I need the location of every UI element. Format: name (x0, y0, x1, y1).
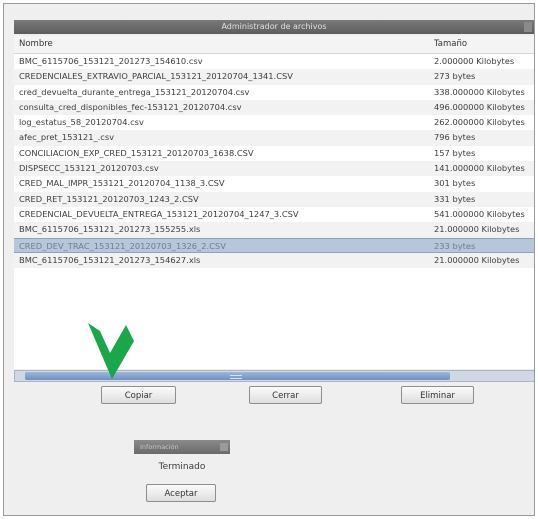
table-row[interactable]: afec_pret_153121_.csv 796 bytes (14, 130, 534, 146)
file-size-cell: 273 bytes (434, 71, 476, 82)
dialog-close-icon[interactable] (220, 443, 228, 451)
file-size-cell: 233 bytes (434, 240, 476, 251)
table-row[interactable]: CONCILIACION_EXP_CRED_153121_20120703_16… (14, 146, 534, 161)
table-header: Nombre Tamaño (14, 36, 534, 54)
file-name-cell: DISPSECC_153121_20120703.csv (19, 163, 159, 174)
file-name-cell: CONCILIACION_EXP_CRED_153121_20120703_16… (19, 147, 254, 158)
table-row[interactable]: CREDENCIALES_EXTRAVIO_PARCIAL_153121_201… (14, 69, 534, 85)
delete-button[interactable]: Eliminar (401, 386, 474, 404)
column-header-name[interactable]: Nombre (14, 36, 429, 53)
file-name-cell: consulta_cred_disponibles_fec-153121_201… (19, 101, 242, 112)
window-title: Administrador de archivos (221, 22, 327, 31)
file-name-cell: CREDENCIALES_EXTRAVIO_PARCIAL_153121_201… (19, 71, 293, 82)
file-size-cell: 338.000000 Kilobytes (434, 86, 525, 97)
file-size-cell: 301 bytes (434, 178, 476, 189)
info-dialog: Información Terminado Aceptar (134, 440, 230, 506)
copy-button[interactable]: Copiar (101, 386, 176, 404)
table-row[interactable]: cred_devuelta_durante_entrega_153121_201… (14, 85, 534, 100)
file-size-cell: 796 bytes (434, 132, 476, 143)
file-name-cell: cred_devuelta_durante_entrega_153121_201… (19, 86, 250, 97)
file-size-cell: 496.000000 Kilobytes (434, 101, 525, 112)
file-name-cell: CRED_DEV_TRAC_153121_20120703_1326_2.CSV (19, 240, 226, 251)
close-window-icon[interactable] (524, 22, 532, 32)
file-list: BMC_6115706_153121_201273_154610.csv 2.00… (14, 54, 534, 269)
file-size-cell: 331 bytes (434, 193, 476, 204)
dialog-title[interactable]: Información (134, 440, 230, 454)
table-row[interactable]: BMC_6115706_153121_201273_155255.xls 21.0… (14, 222, 534, 238)
table-row[interactable]: CREDENCIAL_DEVUELTA_ENTREGA_153121_20120… (14, 207, 534, 222)
file-name-cell: CRED_MAL_IMPR_153121_20120704_1138_3.CSV (19, 178, 225, 189)
file-manager-window: Administrador de archivos Nombre Tamaño … (3, 3, 535, 516)
file-size-cell: 157 bytes (434, 147, 476, 158)
file-size-cell: 141.000000 Kilobytes (434, 163, 525, 174)
close-button[interactable]: Cerrar (249, 386, 322, 404)
dialog-message: Terminado (158, 462, 206, 472)
window-titlebar[interactable]: Administrador de archivos (14, 20, 534, 34)
file-size-cell: 262.000000 Kilobytes (434, 117, 525, 128)
table-row[interactable]: CRED_DEV_TRAC_153121_20120703_1326_2.CSV… (14, 237, 534, 253)
file-size-cell: 21.000000 Kilobytes (434, 224, 520, 235)
table-row[interactable]: CRED_RET_153121_20120703_1243_2.CSV 331 b… (14, 191, 534, 207)
file-name-cell: BMC_6115706_153121_201273_154627.xls (19, 254, 201, 265)
scrollbar-grip-icon (230, 375, 242, 379)
table-row[interactable]: BMC_6115706_153121_201273_154627.xls 21.0… (14, 252, 534, 269)
column-header-size[interactable]: Tamaño (429, 36, 534, 53)
dialog-title-text: Información (140, 443, 179, 451)
table-row[interactable]: log_estatus_58_20120704.csv 262.000000 Ki… (14, 115, 534, 130)
file-name-cell: BMC_6115706_153121_201273_154610.csv (19, 56, 203, 66)
table-row[interactable]: CRED_MAL_IMPR_153121_20120704_1138_3.CSV… (14, 176, 534, 191)
file-size-cell: 2.000000 Kilobytes (434, 56, 515, 66)
file-name-cell: log_estatus_58_20120704.csv (19, 117, 144, 128)
green-arrow-icon (88, 323, 134, 379)
table-row[interactable]: DISPSECC_153121_20120703.csv 141.000000 K… (14, 161, 534, 177)
accept-button[interactable]: Aceptar (146, 484, 216, 502)
table-row[interactable]: consulta_cred_disponibles_fec-153121_201… (14, 99, 534, 116)
file-size-cell: 541.000000 Kilobytes (434, 208, 525, 219)
file-name-cell: CREDENCIAL_DEVUELTA_ENTREGA_153121_20120… (19, 208, 299, 219)
file-name-cell: BMC_6115706_153121_201273_155255.xls (19, 224, 201, 235)
file-name-cell: afec_pret_153121_.csv (19, 132, 115, 143)
file-name-cell: CRED_RET_153121_20120703_1243_2.CSV (19, 193, 199, 204)
file-size-cell: 21.000000 Kilobytes (434, 254, 520, 265)
table-row[interactable]: BMC_6115706_153121_201273_154610.csv 2.00… (14, 54, 534, 69)
